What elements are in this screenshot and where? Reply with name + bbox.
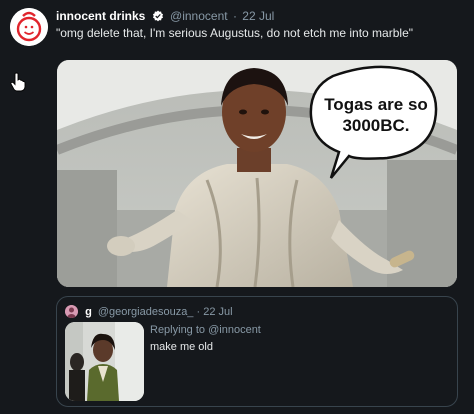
quoted-timestamp[interactable]: 22 Jul <box>203 306 232 318</box>
timestamp[interactable]: 22 Jul <box>242 9 274 23</box>
quoted-user-avatar[interactable] <box>65 305 78 318</box>
tweet-text: "omg delete that, I'm serious Augustus, … <box>56 26 413 40</box>
quoted-handle[interactable]: @georgiadesouza_ <box>98 306 194 318</box>
speech-bubble-text: Togas are so 3000BC. <box>324 95 428 135</box>
replying-to-line: Replying to @innocent <box>150 324 261 336</box>
quoted-separator-dot: · <box>196 306 201 318</box>
innocent-logo-avatar[interactable] <box>10 8 48 46</box>
quoted-tweet-thumbnail[interactable] <box>65 322 144 401</box>
quoted-display-name[interactable]: g <box>85 306 92 318</box>
quoted-tweet-header: g @georgiadesouza_ · 22 Jul <box>65 305 233 318</box>
quoted-tweet-card[interactable]: g @georgiadesouza_ · 22 Jul Replying to … <box>56 296 458 407</box>
handle[interactable]: @innocent <box>170 9 228 23</box>
separator-dot: · <box>232 9 237 23</box>
quoted-tweet-text: make me old <box>150 341 213 353</box>
tweet-media-image[interactable]: Togas are so 3000BC. <box>57 60 457 287</box>
replying-to-mention[interactable]: @innocent <box>208 324 261 336</box>
hand-pointer-cursor-icon <box>10 72 26 92</box>
display-name[interactable]: innocent drinks <box>56 9 145 23</box>
tweet-header: innocent drinks @innocent · 22 Jul <box>56 9 274 25</box>
verified-badge-icon <box>152 10 164 25</box>
replying-to-prefix: Replying to <box>150 324 206 336</box>
